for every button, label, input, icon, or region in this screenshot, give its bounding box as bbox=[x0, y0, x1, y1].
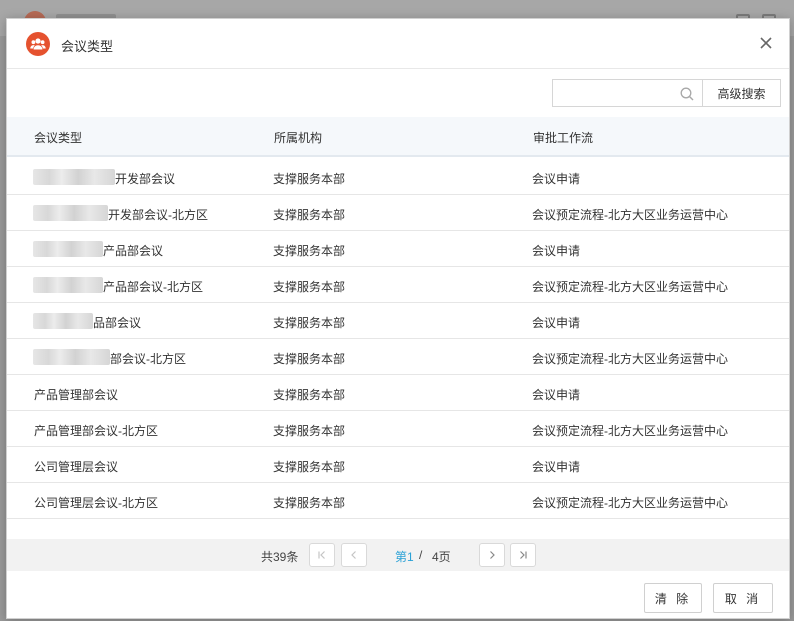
next-page-button[interactable] bbox=[479, 543, 505, 567]
workflow-cell: 会议申请 bbox=[532, 172, 581, 186]
meeting-type-dialog: 会议类型 高级搜索 会议类型 所属机构 审批工作流 开发部会议 支撑服务本部 会… bbox=[6, 18, 790, 619]
prev-page-button[interactable] bbox=[341, 543, 367, 567]
last-page-icon bbox=[520, 551, 527, 559]
table-row[interactable]: 产品管理部会议-北方区 支撑服务本部 会议预定流程-北方大区业务运营中心 bbox=[7, 411, 789, 447]
table-row[interactable]: 开发部会议-北方区 支撑服务本部 会议预定流程-北方大区业务运营中心 bbox=[7, 195, 789, 231]
close-icon bbox=[760, 37, 772, 49]
organization-cell: 支撑服务本部 bbox=[273, 244, 346, 258]
first-page-button[interactable] bbox=[309, 543, 335, 567]
close-button[interactable] bbox=[755, 32, 777, 54]
pagination-bar: 共39条 第1 / 4页 bbox=[7, 539, 789, 571]
organization-cell: 支撑服务本部 bbox=[273, 208, 346, 222]
table-row[interactable]: 公司管理层会议-北方区 支撑服务本部 会议预定流程-北方大区业务运营中心 bbox=[7, 483, 789, 519]
redacted-text bbox=[33, 241, 103, 257]
search-input[interactable] bbox=[553, 80, 673, 106]
organization-cell: 支撑服务本部 bbox=[273, 172, 346, 186]
organization-cell: 支撑服务本部 bbox=[273, 280, 346, 294]
table-row[interactable]: 公司管理层会议 支撑服务本部 会议申请 bbox=[7, 447, 789, 483]
workflow-cell: 会议预定流程-北方大区业务运营中心 bbox=[532, 208, 728, 222]
table-row[interactable]: 开发部会议 支撑服务本部 会议申请 bbox=[7, 159, 789, 195]
first-page-icon bbox=[318, 551, 325, 559]
organization-cell: 支撑服务本部 bbox=[273, 316, 346, 330]
table-row[interactable]: 品部会议 支撑服务本部 会议申请 bbox=[7, 303, 789, 339]
table-row[interactable]: 产品部会议 支撑服务本部 会议申请 bbox=[7, 231, 789, 267]
redacted-text bbox=[33, 277, 103, 293]
workflow-cell: 会议申请 bbox=[532, 244, 581, 258]
table-row[interactable]: 部会议-北方区 支撑服务本部 会议预定流程-北方大区业务运营中心 bbox=[7, 339, 789, 375]
meeting-type-cell: 公司管理层会议 bbox=[34, 460, 119, 474]
meeting-type-cell: 公司管理层会议-北方区 bbox=[34, 496, 158, 510]
meeting-type-cell: 部会议-北方区 bbox=[110, 352, 186, 366]
workflow-cell: 会议预定流程-北方大区业务运营中心 bbox=[532, 424, 728, 438]
meeting-type-cell: 产品部会议-北方区 bbox=[103, 280, 203, 294]
redacted-text bbox=[33, 205, 108, 221]
column-header-workflow[interactable]: 审批工作流 bbox=[533, 129, 593, 146]
organization-cell: 支撑服务本部 bbox=[273, 460, 346, 474]
meeting-type-cell: 产品管理部会议 bbox=[34, 388, 119, 402]
workflow-cell: 会议申请 bbox=[532, 388, 581, 402]
meeting-type-cell: 开发部会议 bbox=[115, 172, 176, 186]
column-header-organization[interactable]: 所属机构 bbox=[274, 129, 322, 146]
meeting-type-cell: 品部会议 bbox=[93, 316, 142, 330]
total-count: 共39条 bbox=[261, 550, 299, 564]
table-row[interactable]: 产品管理部会议 支撑服务本部 会议申请 bbox=[7, 375, 789, 411]
table-row[interactable]: 产品部会议-北方区 支撑服务本部 会议预定流程-北方大区业务运营中心 bbox=[7, 267, 789, 303]
redacted-text bbox=[33, 313, 93, 329]
column-header-meeting-type[interactable]: 会议类型 bbox=[34, 129, 82, 146]
search-box bbox=[552, 79, 702, 107]
meeting-type-cell: 开发部会议-北方区 bbox=[108, 208, 208, 222]
advanced-search-button[interactable]: 高级搜索 bbox=[702, 79, 781, 107]
organization-cell: 支撑服务本部 bbox=[273, 352, 346, 366]
cancel-button[interactable]: 取 消 bbox=[713, 583, 773, 613]
meeting-type-cell: 产品管理部会议-北方区 bbox=[34, 424, 158, 438]
dialog-title: 会议类型 bbox=[61, 39, 114, 54]
redacted-text bbox=[33, 169, 115, 185]
clear-button[interactable]: 清 除 bbox=[644, 583, 702, 613]
total-pages: 4页 bbox=[432, 550, 451, 564]
organization-cell: 支撑服务本部 bbox=[273, 388, 346, 402]
workflow-cell: 会议预定流程-北方大区业务运营中心 bbox=[532, 496, 728, 510]
meeting-group-icon bbox=[26, 32, 50, 56]
meeting-type-cell: 产品部会议 bbox=[103, 244, 164, 258]
chevron-right-icon bbox=[490, 551, 495, 559]
organization-cell: 支撑服务本部 bbox=[273, 424, 346, 438]
organization-cell: 支撑服务本部 bbox=[273, 496, 346, 510]
workflow-cell: 会议申请 bbox=[532, 460, 581, 474]
last-page-button[interactable] bbox=[510, 543, 536, 567]
search-icon[interactable] bbox=[679, 86, 695, 102]
chevron-left-icon bbox=[351, 551, 356, 559]
workflow-cell: 会议预定流程-北方大区业务运营中心 bbox=[532, 352, 728, 366]
redacted-text bbox=[33, 349, 110, 365]
workflow-cell: 会议申请 bbox=[532, 316, 581, 330]
current-page: 第1 bbox=[395, 550, 414, 564]
table-header: 会议类型 所属机构 审批工作流 bbox=[7, 117, 789, 157]
page-separator: / bbox=[419, 548, 423, 562]
workflow-cell: 会议预定流程-北方大区业务运营中心 bbox=[532, 280, 728, 294]
dialog-header: 会议类型 bbox=[7, 19, 789, 69]
